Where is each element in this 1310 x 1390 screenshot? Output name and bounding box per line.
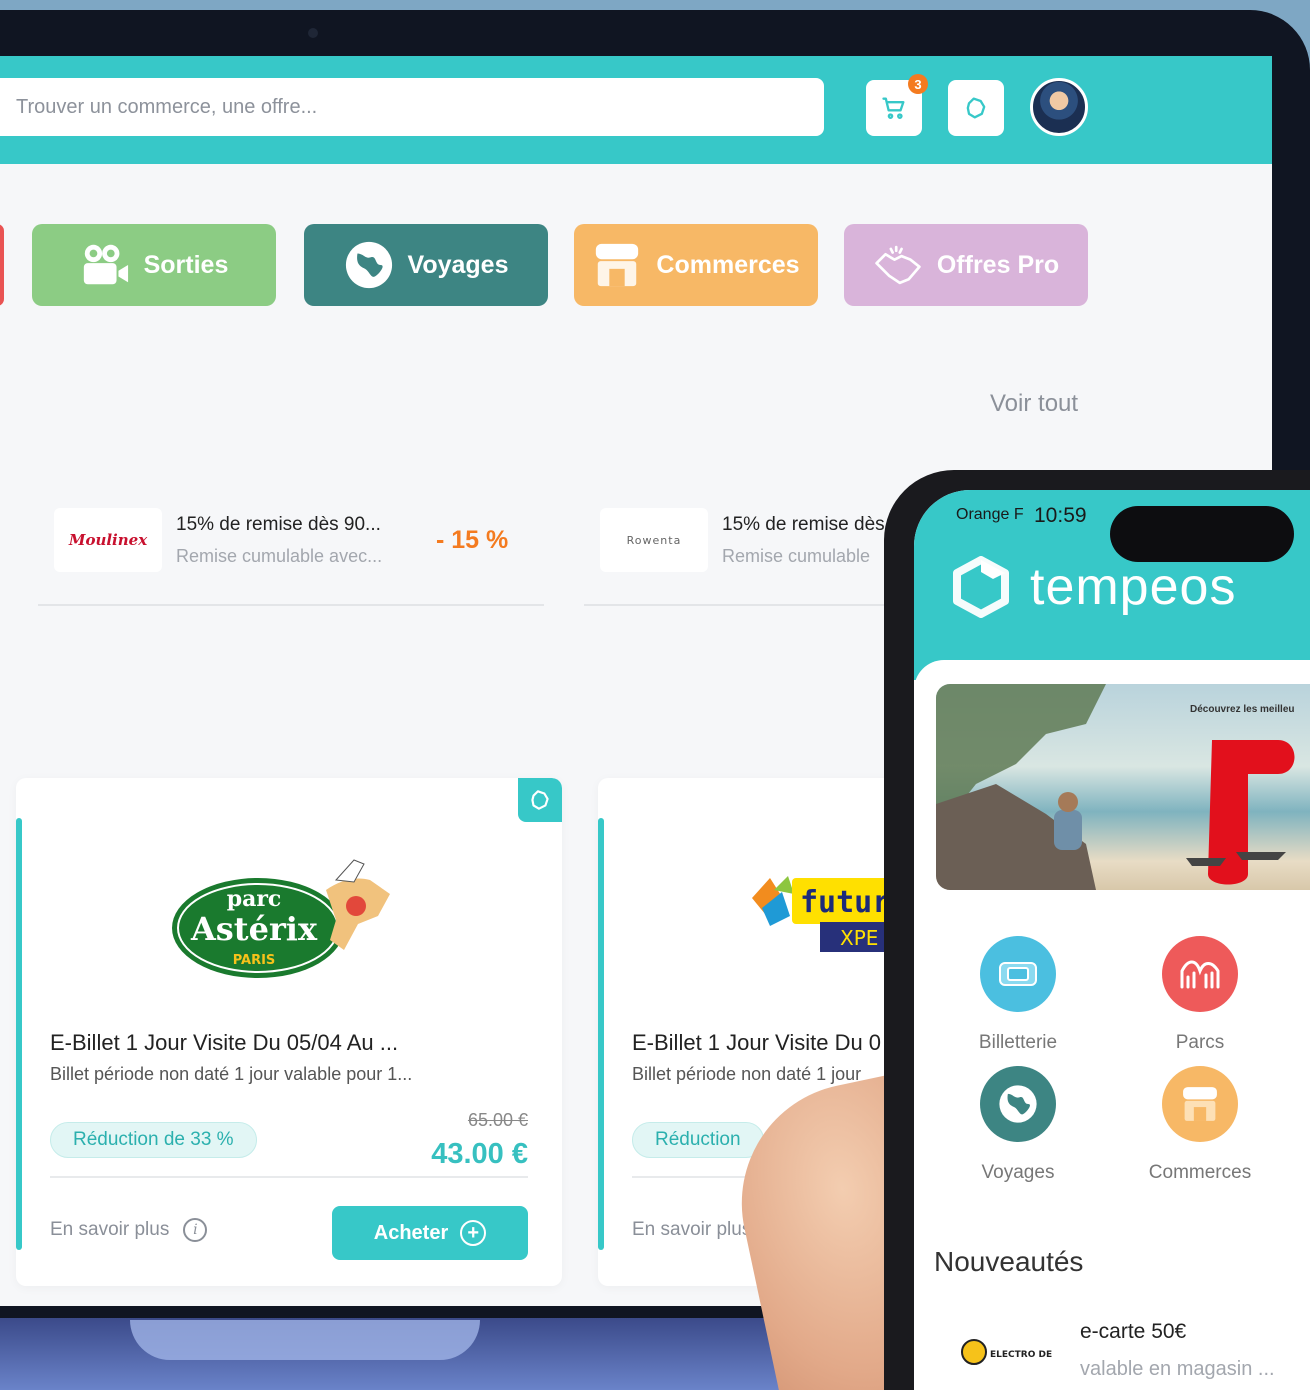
electro-depot-logo: ELECTRO DEPOT <box>960 1334 1052 1370</box>
offer-title: 15% de remise dès 90... <box>176 514 381 535</box>
dynamic-island <box>1110 506 1294 562</box>
phone-category-label: Parcs <box>1175 1032 1225 1053</box>
brand-name: tempeos <box>1030 558 1237 616</box>
status-carrier: Orange F <box>956 506 1024 523</box>
product-title: E-Billet 1 Jour Visite Du 0 <box>632 1030 882 1055</box>
phone-category-commerces[interactable]: Commerces <box>1130 1066 1270 1184</box>
logo-line-3: PARIS <box>233 953 276 968</box>
tempeos-brand: tempeos <box>952 556 1236 618</box>
category-offres-pro[interactable]: Offres Pro <box>844 224 1088 306</box>
logo-line-1: futur <box>800 885 890 920</box>
phone-screen: Orange F 10:59 tempeos Découvrez les mei… <box>914 490 1310 1390</box>
offer-subtitle: Remise cumulable <box>722 546 871 566</box>
category-voyages[interactable]: Voyages <box>304 224 548 306</box>
buy-label: Acheter <box>373 1221 449 1244</box>
phone-category-label: Commerces <box>1148 1162 1252 1183</box>
section-title: Nouveautés <box>934 1246 1084 1277</box>
wallet-button[interactable] <box>948 80 1004 136</box>
shop-icon <box>1162 1066 1238 1142</box>
phone-content: Découvrez les meilleu Billetterie Parcs … <box>914 660 1310 1390</box>
shop-icon <box>592 240 642 290</box>
phone-category-voyages[interactable]: Voyages <box>948 1066 1088 1184</box>
plus-circle-icon: + <box>460 1220 487 1246</box>
globe-icon <box>980 1066 1056 1142</box>
info-icon: i <box>183 1218 208 1242</box>
category-commerces[interactable]: Commerces <box>574 224 818 306</box>
logo-line-2: XPE <box>840 926 878 950</box>
status-time: 10:59 <box>1034 504 1087 527</box>
phone-category-billetterie[interactable]: Billetterie <box>948 936 1088 1054</box>
old-price: 65.00 € <box>467 1110 528 1130</box>
piggy-bank-icon <box>531 790 549 810</box>
top-header: 3 <box>0 56 1272 164</box>
logo-line-2: Astérix <box>190 910 318 948</box>
cart-icon <box>882 97 905 119</box>
category-stub[interactable] <box>0 224 4 306</box>
new-item-title: e-carte 50€ <box>1080 1320 1187 1343</box>
card-accent-bar <box>16 818 22 1250</box>
category-label: Sorties <box>143 250 229 279</box>
roller-coaster-icon <box>1162 936 1238 1012</box>
search-input[interactable] <box>0 78 824 136</box>
laptop-camera <box>308 28 318 38</box>
offer-discount: - 15 % <box>436 526 509 554</box>
card-wallet-button[interactable] <box>518 778 562 822</box>
brand-name: Rowenta <box>627 534 682 547</box>
product-card[interactable]: parc Astérix PARIS E-Billet 1 Jour Visit… <box>16 778 562 1286</box>
category-label: Offres Pro <box>936 250 1060 279</box>
card-divider <box>50 1176 528 1178</box>
learn-more-label: En savoir plus <box>50 1219 170 1240</box>
camera-icon <box>80 240 130 290</box>
brand-name: Moulinex <box>68 531 148 549</box>
tempeos-logo-icon <box>953 556 1009 618</box>
parc-asterix-logo: parc Astérix PARIS <box>172 859 390 978</box>
category-sorties[interactable]: Sorties <box>32 224 276 306</box>
globe-icon <box>344 240 394 290</box>
piggy-bank-icon <box>966 97 986 119</box>
ticket-icon <box>980 936 1056 1012</box>
buy-button[interactable]: Acheter + <box>332 1206 528 1260</box>
offer-subtitle: Remise cumulable avec... <box>176 546 383 566</box>
phone-app-header: Orange F 10:59 tempeos <box>914 490 1310 680</box>
logo-line-1: parc <box>227 886 282 912</box>
banner-text: Découvrez les meilleu <box>1190 704 1295 715</box>
rowenta-logo: Rowenta <box>600 508 708 572</box>
user-avatar[interactable] <box>1030 78 1088 136</box>
see-all-link[interactable]: Voir tout <box>990 390 1078 418</box>
discount-badge: Réduction de 33 % <box>50 1122 257 1158</box>
offer-row[interactable]: Moulinex 15% de remise dès 90... Remise … <box>38 508 544 606</box>
phone-category-parcs[interactable]: Parcs <box>1130 936 1270 1054</box>
cart-button[interactable]: 3 <box>866 74 928 136</box>
category-label: Commerces <box>656 250 800 279</box>
product-title: E-Billet 1 Jour Visite Du 05/04 Au ... <box>50 1030 399 1055</box>
card-accent-bar <box>598 818 604 1250</box>
laptop-base-notch <box>130 1320 480 1360</box>
price: 43.00 € <box>431 1138 528 1170</box>
handshake-icon <box>873 240 923 290</box>
learn-more-label: En savoir plus <box>632 1219 752 1240</box>
promo-banner[interactable]: Découvrez les meilleu <box>936 684 1310 890</box>
learn-more-link[interactable]: En savoir plus i <box>50 1218 208 1242</box>
product-description: Billet période non daté 1 jour valable p… <box>50 1064 413 1084</box>
logo-text: ELECTRO DEPOT <box>990 1350 1052 1360</box>
category-label: Voyages <box>407 250 509 279</box>
phone-category-label: Billetterie <box>978 1032 1058 1053</box>
product-description: Billet période non daté 1 jour <box>632 1064 862 1084</box>
discount-badge: Réduction <box>632 1122 764 1158</box>
cart-count-badge: 3 <box>908 74 928 94</box>
new-item-subtitle: valable en magasin ... <box>1080 1358 1275 1380</box>
offer-title: 15% de remise dès 9 <box>722 514 901 535</box>
phone-category-label: Voyages <box>981 1162 1055 1183</box>
moulinex-logo: Moulinex <box>54 508 162 572</box>
